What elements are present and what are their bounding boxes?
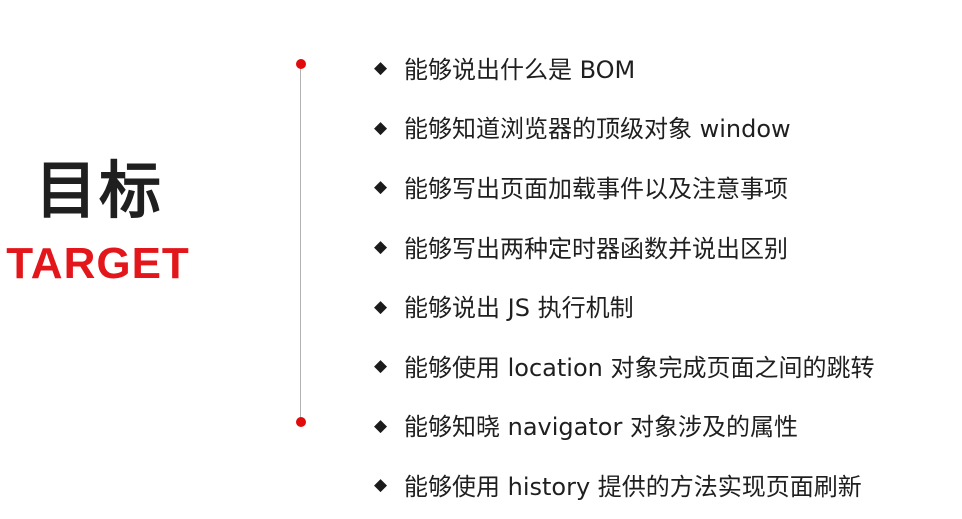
- goal-text: 能够写出页面加载事件以及注意事项: [404, 174, 788, 203]
- goal-item: ◆ 能够知晓 navigator 对象涉及的属性: [374, 397, 874, 459]
- diamond-bullet-icon: ◆: [374, 356, 388, 377]
- goal-text: 能够知道浏览器的顶级对象 window: [404, 115, 791, 144]
- diamond-bullet-icon: ◆: [374, 177, 388, 198]
- timeline: [295, 59, 306, 427]
- timeline-dot-top-icon: [295, 59, 306, 69]
- diamond-bullet-icon: ◆: [374, 296, 388, 317]
- goal-item: ◆ 能够使用 history 提供的方法实现页面刷新: [374, 456, 874, 518]
- goal-item: ◆ 能够知道浏览器的顶级对象 window: [374, 99, 874, 161]
- goal-text: 能够说出什么是 BOM: [404, 55, 636, 84]
- goal-item: ◆ 能够说出什么是 BOM: [374, 39, 874, 101]
- diamond-bullet-icon: ◆: [374, 117, 388, 138]
- goals-list: ◆ 能够说出什么是 BOM ◆ 能够知道浏览器的顶级对象 window ◆ 能够…: [374, 41, 874, 518]
- goal-text: 能够写出两种定时器函数并说出区别: [404, 234, 788, 263]
- title-block: 目标 TARGET: [0, 160, 200, 286]
- title-chinese: 目标: [34, 154, 163, 227]
- timeline-dot-bottom-icon: [295, 417, 306, 427]
- diamond-bullet-icon: ◆: [374, 475, 388, 496]
- goal-item: ◆ 能够写出两种定时器函数并说出区别: [374, 218, 874, 280]
- goal-text: 能够使用 history 提供的方法实现页面刷新: [404, 472, 862, 501]
- goal-item: ◆ 能够说出 JS 执行机制: [374, 277, 874, 339]
- diamond-bullet-icon: ◆: [374, 237, 388, 258]
- diamond-bullet-icon: ◆: [374, 58, 388, 79]
- goal-text: 能够使用 location 对象完成页面之间的跳转: [404, 353, 875, 382]
- goal-text: 能够知晓 navigator 对象涉及的属性: [404, 413, 798, 442]
- title-english: TARGET: [6, 239, 190, 288]
- diamond-bullet-icon: ◆: [374, 415, 388, 436]
- goal-text: 能够说出 JS 执行机制: [404, 294, 634, 323]
- goal-item: ◆ 能够写出页面加载事件以及注意事项: [374, 158, 874, 220]
- goal-item: ◆ 能够使用 location 对象完成页面之间的跳转: [374, 337, 874, 399]
- timeline-line: [300, 64, 301, 422]
